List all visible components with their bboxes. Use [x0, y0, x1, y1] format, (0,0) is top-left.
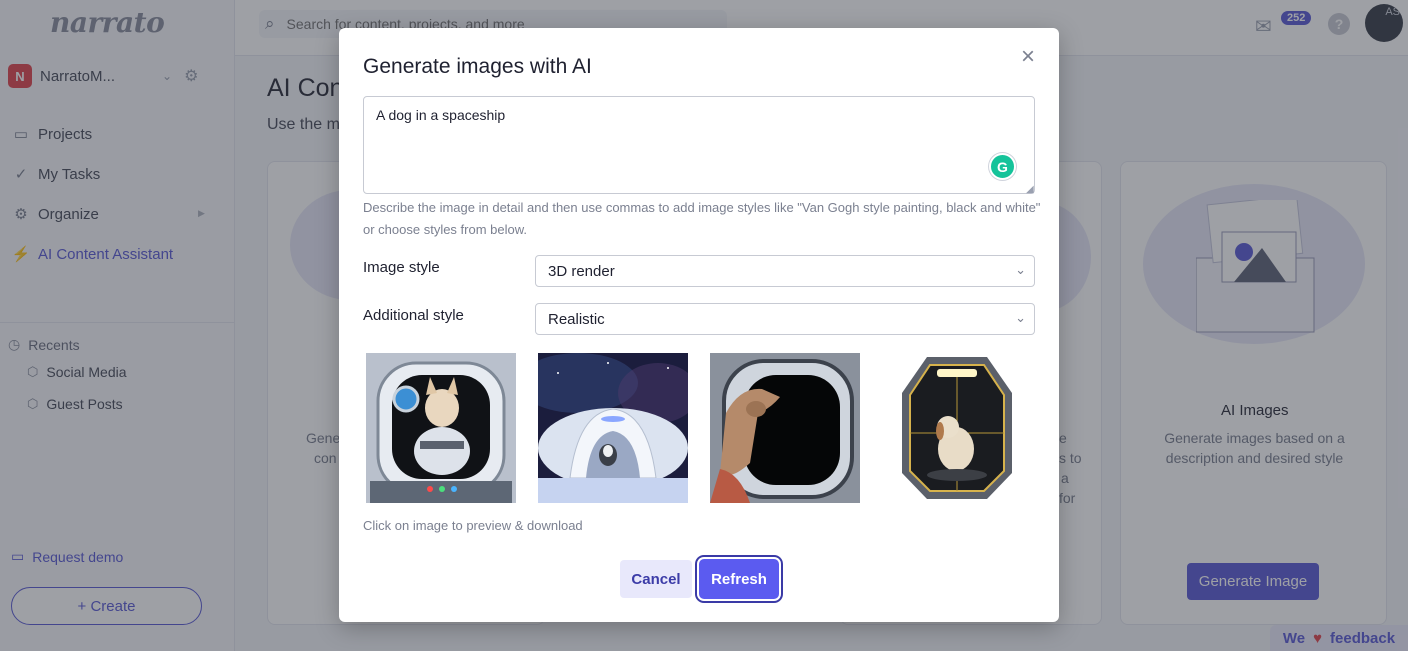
generated-image-3[interactable]	[710, 353, 860, 503]
cancel-button[interactable]: Cancel	[620, 560, 692, 598]
prompt-hint: Describe the image in detail and then us…	[363, 200, 1041, 237]
grammarly-icon[interactable]: G	[989, 153, 1016, 180]
generated-image-2[interactable]	[538, 353, 688, 503]
additional-style-label: Additional style	[363, 307, 464, 324]
image-style-label: Image style	[363, 259, 440, 276]
image-style-select[interactable]: 3D render ⌄	[535, 255, 1035, 287]
image-prompt-input[interactable]: A dog in a spaceship	[363, 96, 1035, 194]
resize-handle-icon[interactable]: ◢	[1026, 184, 1034, 195]
additional-style-select[interactable]: Realistic ⌄	[535, 303, 1035, 335]
images-hint: Click on image to preview & download	[363, 518, 583, 533]
generated-image-4[interactable]	[882, 353, 1032, 503]
chevron-down-icon: ⌄	[1015, 262, 1026, 277]
modal-title: Generate images with AI	[363, 55, 592, 78]
image-style-value: 3D render	[548, 262, 615, 280]
chevron-down-icon: ⌄	[1015, 310, 1026, 325]
generate-images-modal: Generate images with AI × A dog in a spa…	[339, 28, 1059, 622]
refresh-button[interactable]: Refresh	[699, 559, 779, 599]
close-icon[interactable]: ×	[1021, 45, 1035, 69]
additional-style-value: Realistic	[548, 310, 605, 328]
generated-image-1[interactable]	[366, 353, 516, 503]
